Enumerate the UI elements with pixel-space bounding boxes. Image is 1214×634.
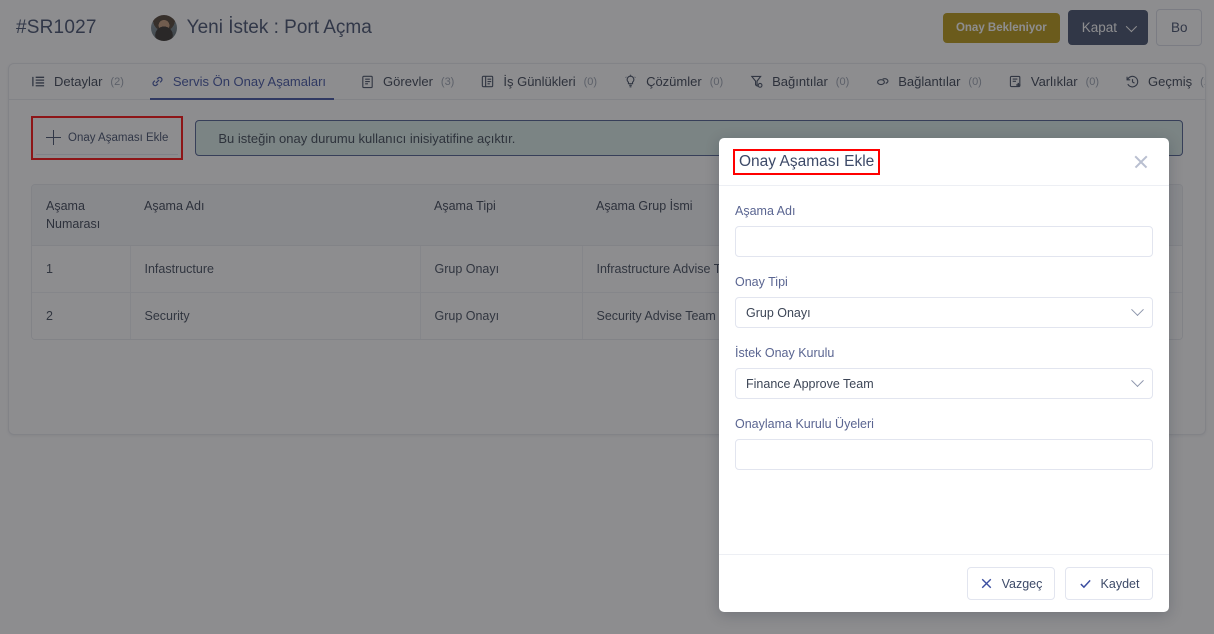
field-approval-type: Onay Tipi Grup Onayı (735, 275, 1153, 328)
board-members-input[interactable] (735, 439, 1153, 470)
add-approval-stage-dialog: Onay Aşaması Ekle Aşama Adı Onay Tipi Gr… (719, 138, 1169, 612)
dialog-body: Aşama Adı Onay Tipi Grup Onayı İstek Ona… (719, 186, 1169, 554)
dialog-title: Onay Aşaması Ekle (739, 152, 875, 170)
approval-type-value: Grup Onayı (746, 305, 811, 320)
approval-board-value: Finance Approve Team (746, 376, 874, 391)
dialog-title-annotated-region: Onay Aşaması Ekle (733, 148, 881, 175)
close-icon[interactable] (1131, 152, 1151, 172)
cancel-label: Vazgeç (1001, 576, 1043, 591)
field-label: Onay Tipi (735, 275, 788, 289)
dialog-footer: Vazgeç Kaydet (719, 554, 1169, 612)
save-button[interactable]: Kaydet (1065, 567, 1153, 600)
field-approval-board: İstek Onay Kurulu Finance Approve Team (735, 346, 1153, 399)
field-stage-name: Aşama Adı (735, 204, 1153, 257)
field-board-members: Onaylama Kurulu Üyeleri (735, 417, 1153, 470)
stage-name-input[interactable] (735, 226, 1153, 257)
approval-board-select[interactable]: Finance Approve Team (735, 368, 1153, 399)
dialog-header: Onay Aşaması Ekle (719, 138, 1169, 186)
check-icon (1079, 579, 1091, 589)
approval-type-select[interactable]: Grup Onayı (735, 297, 1153, 328)
x-icon (981, 578, 991, 589)
field-label: Onaylama Kurulu Üyeleri (735, 417, 874, 431)
save-label: Kaydet (1100, 576, 1140, 591)
field-label: İstek Onay Kurulu (735, 346, 835, 360)
cancel-button[interactable]: Vazgeç (967, 567, 1055, 600)
chevron-down-icon (1131, 374, 1144, 388)
chevron-down-icon (1131, 303, 1144, 317)
field-label: Aşama Adı (735, 204, 796, 218)
